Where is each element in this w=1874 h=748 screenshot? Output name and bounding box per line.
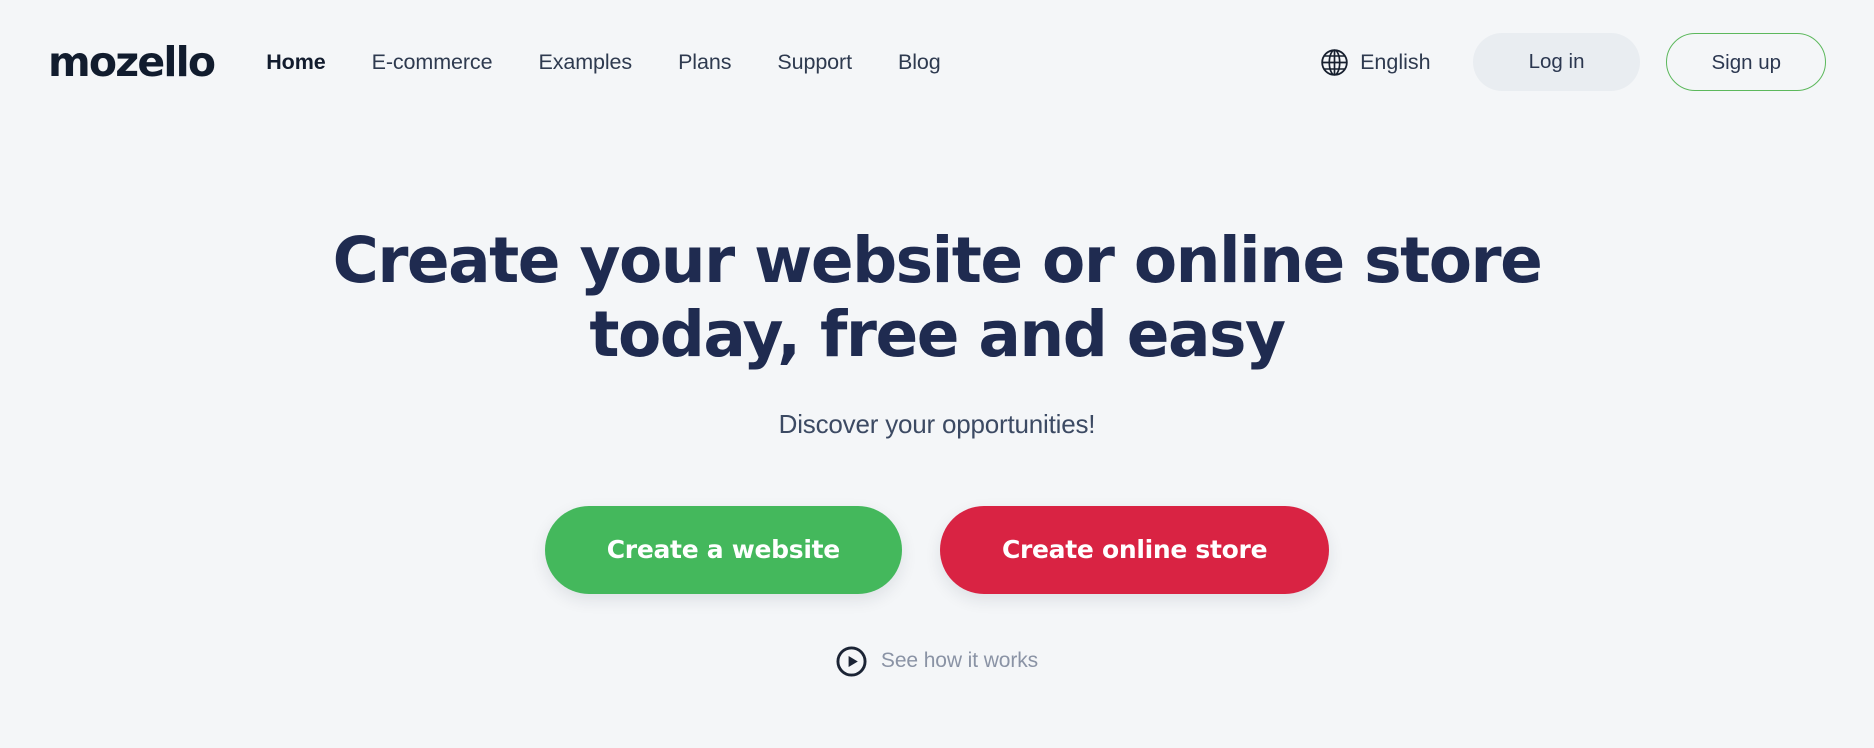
see-how-it-works-label: See how it works <box>880 649 1039 673</box>
cta-button-group: Create a website Create online store <box>544 505 1330 594</box>
page-title: Create your website or online store toda… <box>332 224 1543 373</box>
header-actions: English Log in Sign up <box>1320 33 1826 91</box>
nav-item-plans[interactable]: Plans <box>678 50 731 75</box>
create-website-button[interactable]: Create a website <box>544 505 902 594</box>
create-online-store-button[interactable]: Create online store <box>939 505 1330 594</box>
language-selector[interactable]: English <box>1320 48 1431 77</box>
nav-item-support[interactable]: Support <box>777 50 852 75</box>
nav-item-home[interactable]: Home <box>266 50 325 75</box>
main-navigation: Home E-commerce Examples Plans Support B… <box>266 50 940 75</box>
headline-line-2: today, free and easy <box>589 298 1286 372</box>
play-circle-icon <box>836 646 867 677</box>
landing-page: mozello Home E-commerce Examples Plans S… <box>0 0 1874 748</box>
language-label: English <box>1360 49 1431 74</box>
nav-item-blog[interactable]: Blog <box>898 50 941 75</box>
nav-item-examples[interactable]: Examples <box>538 50 632 75</box>
site-logo[interactable]: mozello <box>48 41 216 83</box>
nav-item-ecommerce[interactable]: E-commerce <box>372 50 493 75</box>
hero-section: Create your website or online store toda… <box>0 124 1874 748</box>
hero-subtitle: Discover your opportunities! <box>778 408 1096 439</box>
site-header: mozello Home E-commerce Examples Plans S… <box>0 0 1874 124</box>
globe-icon <box>1321 48 1348 76</box>
headline-line-1: Create your website or online store <box>332 224 1543 297</box>
signup-button[interactable]: Sign up <box>1666 33 1826 91</box>
login-button[interactable]: Log in <box>1472 33 1641 91</box>
see-how-it-works-link[interactable]: See how it works <box>836 646 1038 677</box>
